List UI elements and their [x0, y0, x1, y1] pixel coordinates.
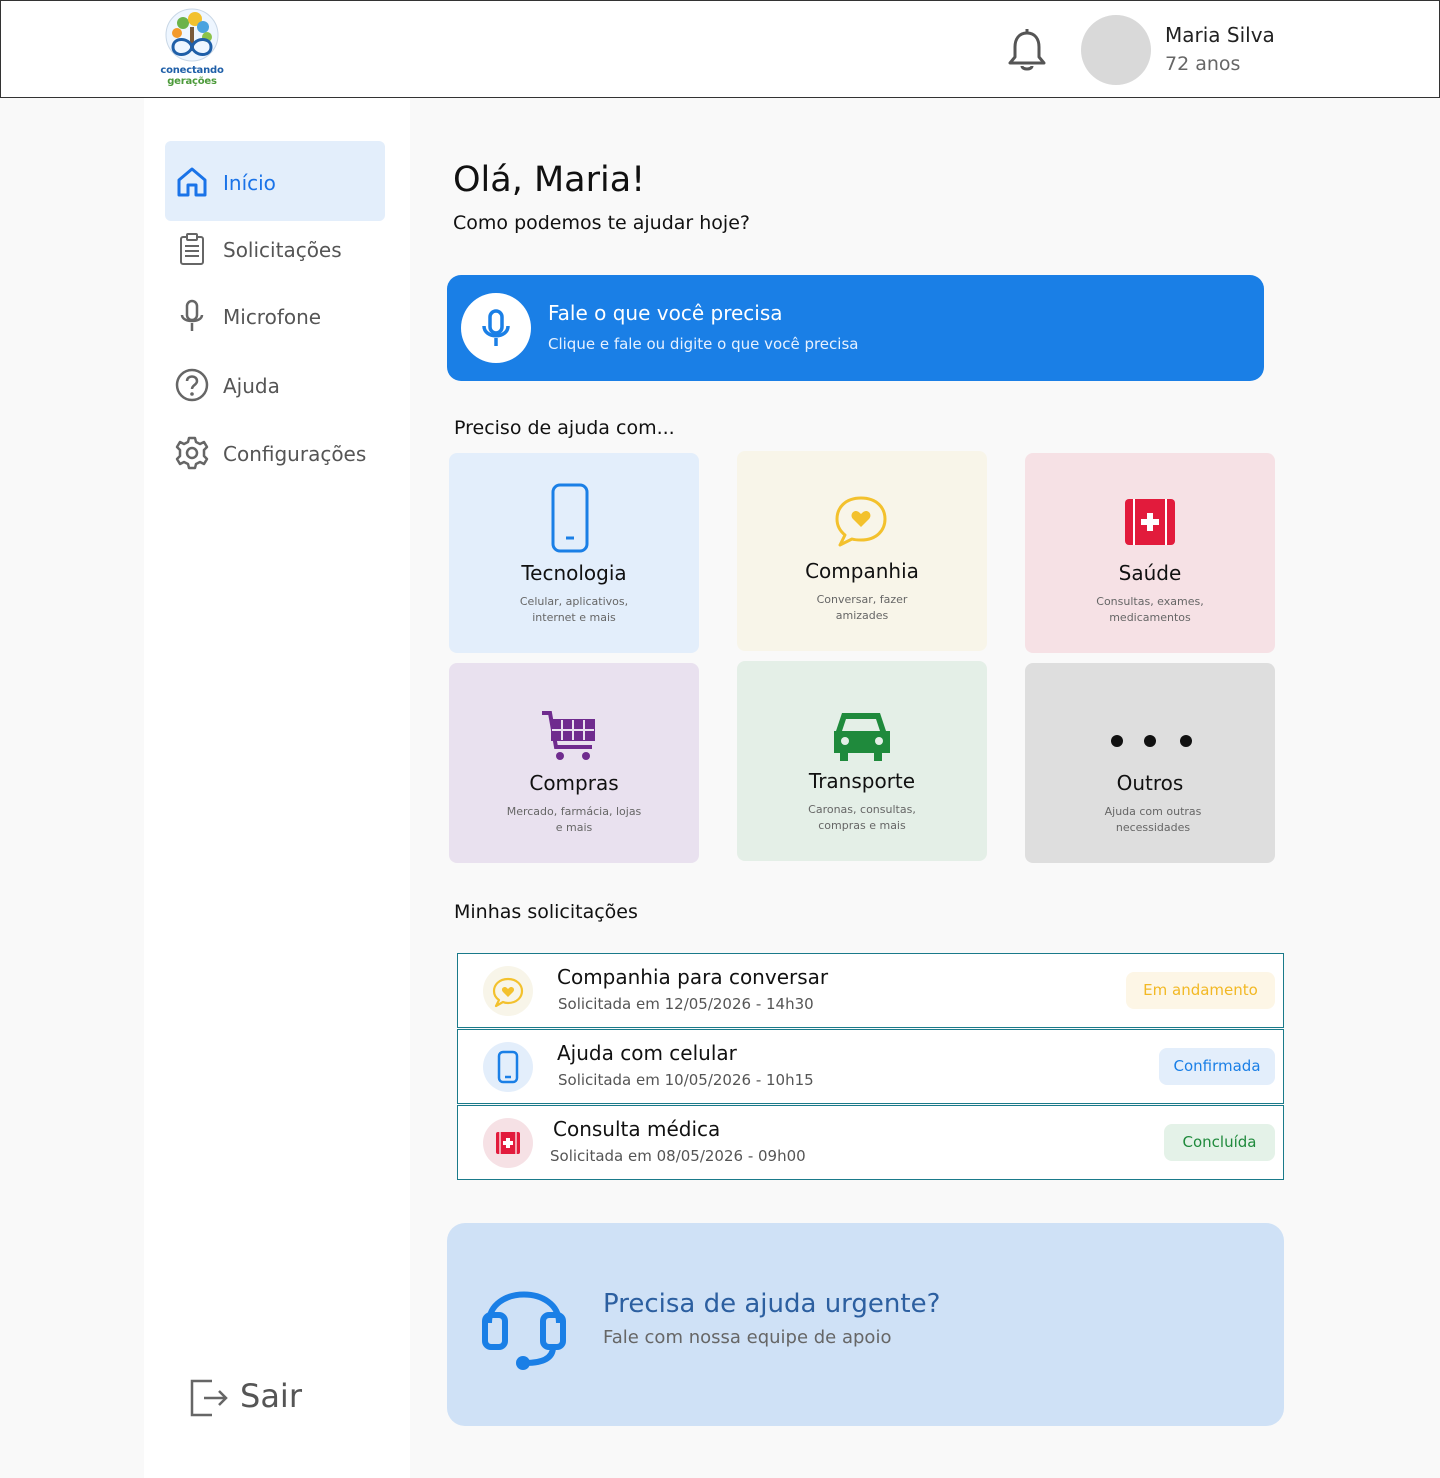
user-name: Maria Silva — [1165, 23, 1275, 47]
category-title: Companhia — [805, 559, 919, 583]
request-date: Solicitada em 08/05/2026 - 09h00 — [550, 1147, 806, 1165]
medical-kit-icon — [1125, 499, 1175, 545]
category-card-transporte[interactable]: Transporte Caronas, consultas, compras e… — [737, 661, 987, 861]
voice-title: Fale o que você precisa — [548, 301, 783, 325]
voice-input-button[interactable]: Fale o que você precisa Clique e fale ou… — [447, 275, 1264, 381]
sidebar: Início Solicitações Microfone Ajuda Conf… — [144, 98, 410, 1478]
category-desc: Mercado, farmácia, lojas e mais — [506, 805, 642, 834]
logo-text-bottom: gerações — [167, 76, 217, 87]
category-card-outros[interactable]: Outros Ajuda com outras necessidades — [1025, 663, 1275, 863]
category-title: Tecnologia — [521, 561, 627, 585]
voice-subtitle: Clique e fale ou digite o que você preci… — [548, 335, 859, 353]
phone-icon — [497, 1050, 519, 1084]
request-icon-wrap — [483, 1118, 533, 1168]
sidebar-item-label: Ajuda — [223, 374, 280, 398]
tree-logo-icon — [165, 8, 219, 62]
request-date: Solicitada em 12/05/2026 - 14h30 — [558, 995, 814, 1013]
request-date: Solicitada em 10/05/2026 - 10h15 — [558, 1071, 814, 1089]
request-item[interactable]: Consulta médica Solicitada em 08/05/2026… — [457, 1105, 1284, 1180]
help-section-title: Preciso de ajuda com... — [454, 417, 675, 439]
clipboard-icon — [180, 233, 204, 265]
sidebar-item-label: Início — [223, 171, 276, 195]
logout-icon — [190, 1379, 228, 1417]
cart-icon — [542, 711, 595, 760]
medical-kit-icon — [496, 1132, 520, 1154]
request-title: Ajuda com celular — [557, 1041, 737, 1065]
category-title: Outros — [1116, 771, 1184, 795]
sidebar-item-microfone[interactable]: Microfone — [165, 275, 385, 355]
sidebar-item-label: Solicitações — [223, 238, 342, 262]
status-badge: Em andamento — [1126, 972, 1275, 1009]
sidebar-item-configuracoes[interactable]: Configurações — [165, 412, 385, 492]
home-icon — [177, 167, 207, 197]
category-card-tecnologia[interactable]: Tecnologia Celular, aplicativos, interne… — [449, 453, 699, 653]
microphone-icon — [482, 309, 510, 346]
request-icon-wrap — [483, 966, 533, 1016]
chat-heart-icon — [492, 977, 524, 1008]
status-badge: Concluída — [1164, 1124, 1275, 1161]
request-title: Companhia para conversar — [557, 965, 829, 989]
sidebar-item-label: Configurações — [223, 442, 367, 466]
request-item[interactable]: Ajuda com celular Solicitada em 10/05/20… — [457, 1029, 1284, 1104]
request-title: Consulta médica — [553, 1117, 721, 1141]
urgent-help-card[interactable]: Precisa de ajuda urgente? Fale com nossa… — [447, 1223, 1284, 1426]
category-card-compras[interactable]: Compras Mercado, farmácia, lojas e mais — [449, 663, 699, 863]
sidebar-item-label: Microfone — [223, 305, 322, 329]
more-icon — [1111, 735, 1192, 747]
request-item[interactable]: Companhia para conversar Solicitada em 1… — [457, 953, 1284, 1028]
headset-icon — [482, 1291, 566, 1370]
category-desc: Ajuda com outras necessidades — [1104, 805, 1202, 834]
requests-section-title: Minhas solicitações — [454, 901, 638, 923]
urgent-title: Precisa de ajuda urgente? — [603, 1289, 941, 1319]
avatar[interactable] — [1081, 15, 1151, 85]
category-title: Transporte — [808, 769, 916, 793]
logo[interactable]: conectando gerações — [153, 7, 231, 87]
phone-icon — [551, 483, 589, 553]
category-card-companhia[interactable]: Companhia Conversar, fazer amizades — [737, 451, 987, 651]
gear-icon — [175, 436, 209, 470]
top-bar: conectando gerações Maria Silva 72 anos — [0, 0, 1440, 98]
logout-button[interactable]: Sair — [188, 1373, 348, 1423]
logout-label: Sair — [240, 1377, 302, 1415]
page-title: Olá, Maria! — [453, 160, 646, 200]
category-card-saude[interactable]: Saúde Consultas, exames, medicamentos — [1025, 453, 1275, 653]
logo-text-top: conectando — [160, 65, 224, 76]
status-badge: Confirmada — [1159, 1048, 1275, 1085]
category-title: Saúde — [1118, 561, 1182, 585]
category-desc: Consultas, exames, medicamentos — [1096, 595, 1204, 624]
car-icon — [834, 713, 890, 761]
microphone-icon — [180, 299, 204, 331]
category-desc: Celular, aplicativos, internet e mais — [519, 595, 629, 624]
category-desc: Caronas, consultas, compras e mais — [808, 803, 916, 832]
request-icon-wrap — [483, 1042, 533, 1092]
voice-mic-circle — [461, 293, 531, 363]
category-desc: Conversar, fazer amizades — [816, 593, 908, 622]
notification-bell-icon[interactable] — [1005, 27, 1049, 73]
user-age: 72 anos — [1165, 53, 1241, 75]
category-title: Compras — [529, 771, 619, 795]
chat-heart-icon — [835, 496, 887, 547]
page-subtitle: Como podemos te ajudar hoje? — [453, 212, 750, 234]
urgent-subtitle: Fale com nossa equipe de apoio — [603, 1327, 892, 1348]
help-icon — [175, 368, 209, 402]
